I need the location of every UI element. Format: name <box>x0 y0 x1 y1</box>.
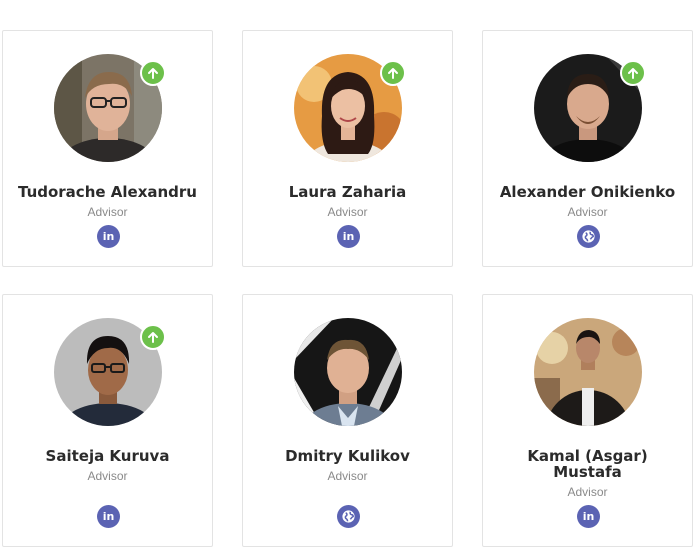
member-role: Advisor <box>567 205 608 219</box>
member-name: Tudorache Alexandru <box>17 183 197 201</box>
team-card: Saiteja Kuruva Advisor in <box>2 294 213 547</box>
arrow-up-icon <box>140 60 166 86</box>
team-card: Alexander Onikienko Advisor <box>482 30 693 267</box>
avatar-container <box>54 318 166 426</box>
member-name: Alexander Onikienko <box>499 183 676 201</box>
avatar-container <box>54 54 166 162</box>
member-name: Dmitry Kulikov <box>285 447 410 465</box>
member-role: Advisor <box>327 469 368 483</box>
globe-icon[interactable] <box>337 505 360 528</box>
team-card: Dmitry Kulikov Advisor <box>242 294 453 547</box>
member-role: Advisor <box>327 205 368 219</box>
avatar-container <box>294 54 406 162</box>
globe-icon[interactable] <box>577 225 600 248</box>
linkedin-icon[interactable]: in <box>97 225 120 248</box>
avatar <box>534 318 642 426</box>
member-role: Advisor <box>567 485 608 499</box>
avatar-container <box>534 318 642 426</box>
team-card: Kamal (Asgar) Mustafa Advisor in <box>482 294 693 547</box>
avatar <box>294 318 402 426</box>
linkedin-icon[interactable]: in <box>577 505 600 528</box>
linkedin-icon[interactable]: in <box>97 505 120 528</box>
member-role: Advisor <box>87 469 128 483</box>
member-name: Saiteja Kuruva <box>45 447 170 465</box>
team-card: Tudorache Alexandru Advisor in <box>2 30 213 267</box>
member-role: Advisor <box>87 205 128 219</box>
avatar-container <box>294 318 402 426</box>
avatar-container <box>534 54 646 162</box>
arrow-up-icon <box>140 324 166 350</box>
member-name: Kamal (Asgar) Mustafa <box>527 447 648 481</box>
member-name: Laura Zaharia <box>288 183 407 201</box>
linkedin-icon[interactable]: in <box>337 225 360 248</box>
arrow-up-icon <box>620 60 646 86</box>
team-card: Laura Zaharia Advisor in <box>242 30 453 267</box>
arrow-up-icon <box>380 60 406 86</box>
